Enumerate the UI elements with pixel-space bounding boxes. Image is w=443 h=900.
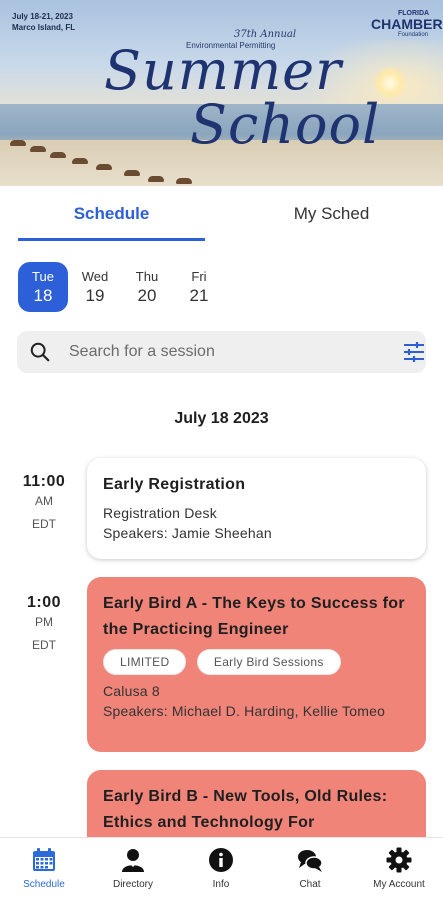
day-number: 19 xyxy=(85,286,105,305)
people-icon xyxy=(122,849,144,872)
beach-hut xyxy=(124,170,140,176)
session-speakers: Speakers: Michael D. Harding, Kellie Tom… xyxy=(103,703,386,719)
nav-info[interactable]: Info xyxy=(177,838,265,900)
tab-schedule[interactable]: Schedule xyxy=(18,204,205,224)
chamber-logo-sub: Foundation xyxy=(398,32,429,38)
schedule-tabs: Schedule My Sched xyxy=(0,186,443,242)
search-icon[interactable] xyxy=(29,341,51,363)
day-number: 21 xyxy=(189,286,209,305)
time-ampm: AM xyxy=(35,494,53,508)
active-tab-indicator xyxy=(18,238,205,241)
nav-my-account[interactable]: My Account xyxy=(355,838,443,900)
day-name: Wed xyxy=(81,269,109,284)
session-tags: LIMITED Early Bird Sessions xyxy=(103,649,410,675)
search-input[interactable] xyxy=(69,331,369,373)
session-card-early-bird-a[interactable]: Early Bird A - The Keys to Success for t… xyxy=(87,577,426,752)
tag-track: Early Bird Sessions xyxy=(196,649,341,675)
nav-label: Chat xyxy=(299,879,321,890)
beach-hut xyxy=(96,164,112,170)
session-title: Early Bird B - New Tools, Old Rules: Eth… xyxy=(103,788,388,831)
info-icon xyxy=(209,848,233,872)
day-name: Fri xyxy=(191,269,207,284)
session-title: Early Bird A - The Keys to Success for t… xyxy=(103,595,405,638)
beach-hut xyxy=(148,176,164,182)
day-thu-20[interactable]: Thu 20 xyxy=(122,262,172,312)
beach-hut xyxy=(176,178,192,184)
session-location: Registration Desk xyxy=(103,505,217,521)
day-fri-21[interactable]: Fri 21 xyxy=(174,262,224,312)
nav-label: Directory xyxy=(112,879,153,890)
banner-location: Marco Island, FL xyxy=(12,23,76,32)
nav-label: My Account xyxy=(373,879,425,890)
session-card-early-registration[interactable]: Early Registration Registration Desk Spe… xyxy=(87,458,426,559)
day-tue-18[interactable]: Tue 18 xyxy=(18,262,68,312)
filter-sliders-icon[interactable] xyxy=(402,341,426,363)
event-banner: July 18-21, 2023 Marco Island, FL 37th A… xyxy=(0,0,443,186)
session-time: 1:00 PM EDT xyxy=(8,594,80,652)
chat-icon xyxy=(298,850,323,872)
beach-hut xyxy=(30,146,46,152)
beach-hut xyxy=(50,152,66,158)
nav-chat[interactable]: Chat xyxy=(266,838,354,900)
session-time: 11:00 AM EDT xyxy=(8,473,80,531)
time-value: 11:00 xyxy=(22,473,66,490)
day-name: Tue xyxy=(32,269,54,284)
app-screen: July 18-21, 2023 Marco Island, FL 37th A… xyxy=(0,0,443,900)
nav-label: Schedule xyxy=(23,879,65,890)
nav-schedule[interactable]: Schedule xyxy=(0,838,88,900)
time-zone: EDT xyxy=(32,517,56,531)
tag-limited: LIMITED xyxy=(103,649,187,675)
tab-my-sched[interactable]: My Sched xyxy=(238,204,425,224)
day-wed-19[interactable]: Wed 19 xyxy=(70,262,120,312)
nav-directory[interactable]: Directory xyxy=(89,838,177,900)
beach-hut xyxy=(10,140,26,146)
banner-title-school: School xyxy=(190,93,381,156)
calendar-icon xyxy=(33,848,55,871)
session-location: Calusa 8 xyxy=(103,683,160,699)
day-number: 18 xyxy=(33,286,53,305)
beach-hut xyxy=(72,158,88,164)
bottom-navigation: Schedule Directory Info Chat My Account xyxy=(0,837,443,900)
time-ampm: PM xyxy=(35,615,53,629)
day-number: 20 xyxy=(137,286,157,305)
time-value: 1:00 xyxy=(26,594,62,611)
banner-date: July 18-21, 2023 xyxy=(12,12,73,21)
session-speakers: Speakers: Jamie Sheehan xyxy=(103,525,272,541)
session-search-bar xyxy=(17,331,426,373)
schedule-date-heading: July 18 2023 xyxy=(174,410,269,427)
chamber-logo: CHAMBER xyxy=(371,16,443,32)
banner-title-summer: Summer xyxy=(104,39,342,102)
gear-icon xyxy=(386,847,412,873)
session-title: Early Registration xyxy=(103,476,246,493)
day-name: Thu xyxy=(135,269,159,284)
nav-label: Info xyxy=(212,879,230,890)
time-zone: EDT xyxy=(32,638,56,652)
